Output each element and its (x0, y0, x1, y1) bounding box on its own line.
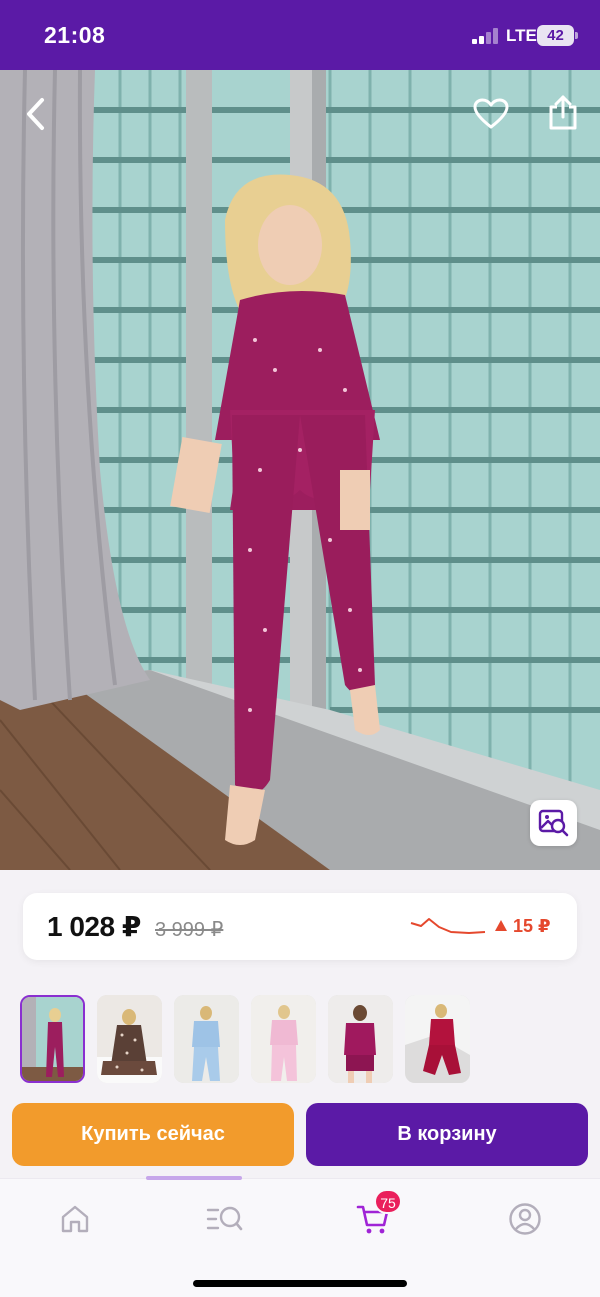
image-search-icon (538, 809, 568, 837)
back-arrow-icon (27, 98, 44, 130)
price-change: 15 ₽ (495, 916, 551, 937)
cart-badge: 75 (374, 1189, 402, 1214)
battery-indicator: 42 (537, 25, 578, 46)
nav-profile[interactable] (500, 1199, 550, 1239)
nav-home[interactable] (50, 1199, 100, 1239)
catalog-search-icon (206, 1206, 243, 1231)
network-type: LTE (506, 26, 537, 45)
thumbnail[interactable] (97, 995, 162, 1083)
heart-icon (473, 98, 509, 129)
thumbnail[interactable] (328, 995, 393, 1083)
product-photo[interactable] (0, 70, 600, 870)
product-image (0, 70, 600, 870)
price-current: 1 028 ₽ (47, 911, 141, 942)
status-time: 21:08 (44, 22, 106, 48)
favorite-button[interactable] (469, 92, 513, 136)
price-trend-chart-icon (410, 918, 486, 934)
signal-strength-icon (472, 28, 502, 44)
price-old: 3 999 ₽ (155, 919, 224, 941)
share-icon (549, 95, 577, 130)
triangle-up-icon (495, 920, 507, 931)
back-button[interactable] (14, 92, 58, 136)
thumbnail[interactable] (20, 995, 85, 1083)
thumbnail[interactable] (174, 995, 239, 1083)
price-change-value: 15 ₽ (513, 916, 551, 936)
nav-active-indicator (146, 1176, 242, 1180)
home-indicator (193, 1280, 407, 1287)
thumbnail[interactable] (405, 995, 470, 1083)
price-card[interactable]: 1 028 ₽ 3 999 ₽ 15 ₽ (23, 893, 577, 960)
nav-catalog[interactable] (200, 1199, 250, 1239)
buy-now-button[interactable]: Купить сейчас (12, 1103, 294, 1166)
status-bar: 21:08 LTE 42 (0, 0, 600, 70)
thumbnail[interactable] (251, 995, 316, 1083)
profile-icon (509, 1203, 541, 1235)
add-to-cart-button[interactable]: В корзину (306, 1103, 588, 1166)
share-button[interactable] (541, 90, 585, 134)
image-search-button[interactable] (530, 800, 577, 846)
home-icon (61, 1205, 89, 1233)
